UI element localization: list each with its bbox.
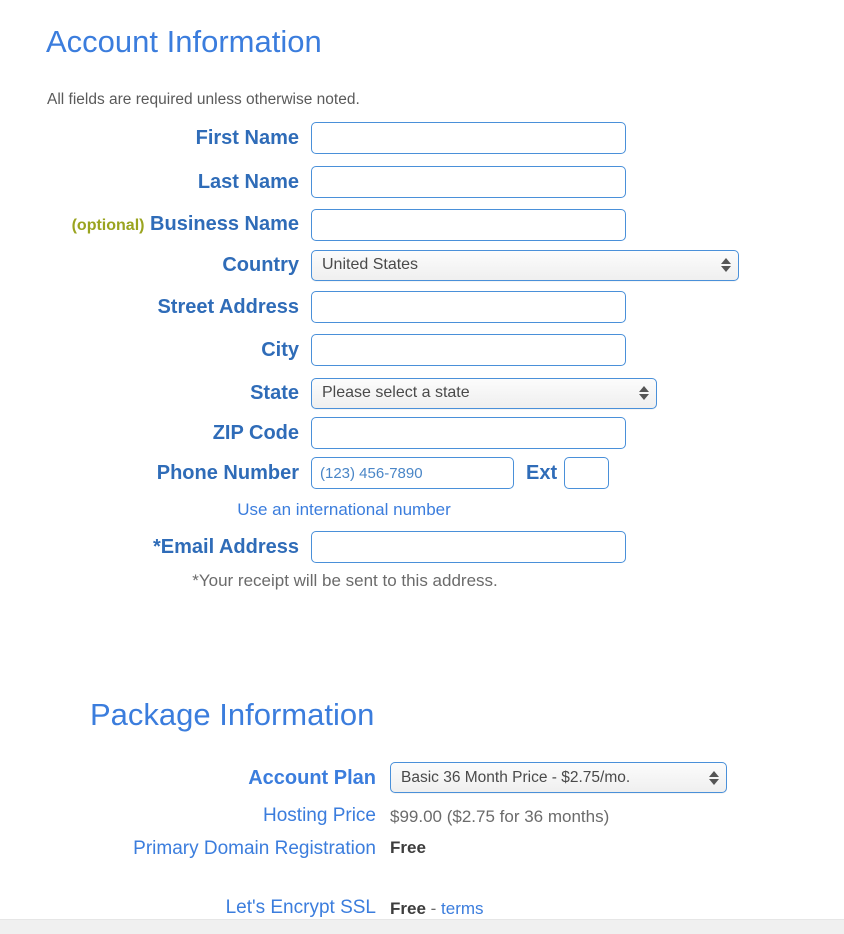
account-information-page: Account Information All fields are requi…	[0, 0, 844, 934]
ext-input[interactable]	[564, 457, 610, 489]
up-down-stepper-icon	[720, 255, 731, 275]
last-name-label: Last Name	[197, 171, 299, 193]
street-address-input[interactable]	[311, 291, 626, 323]
lets-encrypt-ssl-label: Let's Encrypt SSL	[225, 897, 376, 918]
phone-number-label: Phone Number	[156, 462, 299, 484]
required-fields-note: All fields are required unless otherwise…	[47, 91, 360, 108]
primary-domain-registration-value: Free	[390, 838, 426, 857]
ssl-separator: -	[425, 899, 437, 918]
street-address-label: Street Address	[157, 296, 299, 318]
city-label: City	[261, 339, 299, 361]
email-address-label: *Email Address	[153, 536, 299, 558]
phone-number-row: Phone Number Ext	[0, 457, 610, 489]
country-selected-value: United States	[322, 256, 419, 273]
primary-domain-registration-label: Primary Domain Registration	[133, 838, 376, 859]
first-name-row: First Name	[0, 122, 626, 154]
account-plan-row: Account Plan Basic 36 Month Price - $2.7…	[0, 762, 727, 793]
city-input[interactable]	[311, 334, 626, 366]
lets-encrypt-ssl-value: Free	[390, 899, 426, 918]
state-row: State Please select a state	[0, 377, 657, 409]
city-row: City	[0, 334, 626, 366]
street-address-row: Street Address	[0, 291, 626, 323]
zip-code-label: ZIP Code	[212, 422, 299, 444]
account-plan-label: Account Plan	[248, 766, 376, 789]
primary-domain-registration-row: Primary Domain Registration Free	[0, 834, 426, 864]
ext-label: Ext	[526, 461, 558, 484]
first-name-label: First Name	[195, 127, 299, 149]
business-name-row: (optional) Business Name	[0, 209, 626, 241]
email-receipt-note: *Your receipt will be sent to this addre…	[192, 571, 498, 590]
state-select[interactable]: Please select a state	[311, 377, 657, 409]
account-information-heading: Account Information	[46, 24, 322, 59]
country-row: Country United States	[0, 249, 739, 281]
hosting-price-row: Hosting Price $99.00 ($2.75 for 36 month…	[0, 803, 609, 830]
hosting-price-value: $99.00 ($2.75 for 36 months)	[390, 807, 610, 826]
email-address-input[interactable]	[311, 531, 626, 563]
footer-strip	[0, 919, 844, 934]
business-name-label-text: Business Name	[150, 213, 299, 235]
country-label: Country	[222, 254, 299, 276]
state-label: State	[250, 382, 299, 404]
up-down-stepper-icon	[638, 383, 649, 403]
state-selected-value: Please select a state	[322, 384, 470, 401]
last-name-row: Last Name	[0, 166, 626, 198]
business-name-input[interactable]	[311, 209, 626, 241]
zip-code-row: ZIP Code	[0, 417, 626, 449]
email-address-row: *Email Address	[0, 531, 626, 563]
account-plan-select[interactable]: Basic 36 Month Price - $2.75/mo.	[390, 762, 727, 793]
business-name-label: (optional) Business Name	[0, 212, 311, 238]
last-name-input[interactable]	[311, 166, 626, 198]
account-plan-selected-value: Basic 36 Month Price - $2.75/mo.	[401, 768, 631, 786]
zip-code-input[interactable]	[311, 417, 626, 449]
phone-number-input[interactable]	[311, 457, 514, 489]
hosting-price-label: Hosting Price	[263, 805, 376, 826]
first-name-input[interactable]	[311, 122, 626, 154]
lets-encrypt-ssl-value-group: Free - terms	[390, 895, 484, 922]
country-select[interactable]: United States	[311, 249, 739, 281]
business-name-optional-tag: (optional)	[71, 217, 145, 234]
lets-encrypt-ssl-row: Let's Encrypt SSL Free - terms	[0, 895, 484, 922]
package-information-heading: Package Information	[90, 697, 375, 732]
international-number-link[interactable]: Use an international number	[0, 499, 688, 521]
ssl-terms-link[interactable]: terms	[441, 899, 484, 918]
up-down-stepper-icon	[708, 768, 719, 788]
